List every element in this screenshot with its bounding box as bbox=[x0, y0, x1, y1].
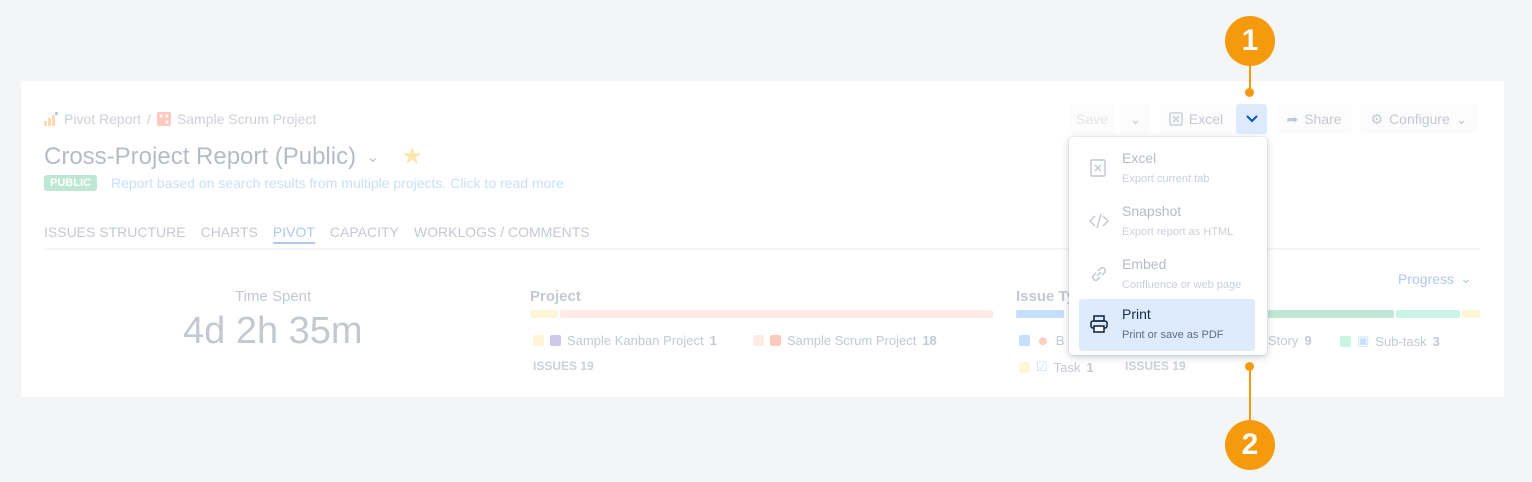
menu-item-snapshot[interactable]: Snapshot Export report as HTML bbox=[1079, 196, 1255, 248]
legend-swatch bbox=[1019, 361, 1030, 373]
chevron-down-icon bbox=[1245, 115, 1258, 123]
tab-pivot[interactable]: PIVOT bbox=[272, 224, 315, 244]
share-icon: ➦ bbox=[1286, 110, 1299, 127]
report-title[interactable]: Cross-Project Report (Public) bbox=[44, 143, 356, 171]
legend-swatch bbox=[533, 335, 544, 346]
tab-issues-structure[interactable]: ISSUES STRUCTURE bbox=[44, 224, 186, 244]
chevron-down-icon[interactable]: ⌄ bbox=[366, 147, 379, 167]
excel-button[interactable]: Excel bbox=[1160, 104, 1232, 134]
breadcrumb-separator: / bbox=[147, 111, 151, 127]
callout-1: 1 bbox=[1225, 16, 1275, 66]
callout-1-line bbox=[1249, 66, 1251, 90]
public-badge: PUBLIC bbox=[44, 175, 97, 191]
legend-item-subtask[interactable]: ▣ Sub-task 3 bbox=[1340, 333, 1440, 349]
excel-icon bbox=[1090, 159, 1106, 177]
issue-bar-task[interactable] bbox=[1462, 310, 1480, 318]
scrum-project-icon bbox=[156, 112, 171, 126]
menu-item-print[interactable]: Print Print or save as PDF bbox=[1079, 299, 1255, 351]
breadcrumb-root[interactable]: Pivot Report bbox=[64, 111, 141, 127]
legend-item-story[interactable]: Story 9 bbox=[1268, 333, 1312, 348]
report-subline: PUBLIC Report based on search results fr… bbox=[44, 175, 564, 191]
progress-dropdown[interactable]: Progress ⌄ bbox=[1398, 270, 1472, 287]
legend-swatch bbox=[1019, 335, 1030, 346]
save-button[interactable]: Save bbox=[1069, 104, 1115, 134]
issue-type-issues-total: ISSUES 19 bbox=[1125, 359, 1186, 373]
project-section-label: Project bbox=[530, 288, 581, 305]
pivot-report-icon bbox=[44, 112, 58, 126]
export-dropdown-toggle[interactable] bbox=[1236, 104, 1267, 134]
printer-icon bbox=[1090, 315, 1108, 333]
bug-icon: ☻ bbox=[1036, 333, 1050, 348]
kanban-project-icon bbox=[550, 335, 561, 346]
gear-icon: ⚙ bbox=[1370, 110, 1384, 127]
project-issues-total: ISSUES 19 bbox=[533, 359, 594, 373]
excel-icon bbox=[1169, 112, 1183, 126]
tab-capacity[interactable]: CAPACITY bbox=[330, 224, 399, 244]
star-icon[interactable]: ★ bbox=[402, 142, 424, 171]
callout-2-line bbox=[1249, 368, 1251, 420]
chevron-down-icon: ⌄ bbox=[1455, 110, 1468, 127]
issue-bar-subtask[interactable] bbox=[1396, 310, 1460, 318]
legend-item-bug[interactable]: ☻ B bbox=[1019, 333, 1064, 348]
chevron-down-icon: ⌄ bbox=[1129, 110, 1142, 127]
export-menu: Excel Export current tab Snapshot Export… bbox=[1069, 137, 1267, 355]
legend-item-scrum[interactable]: Sample Scrum Project 18 bbox=[753, 333, 937, 348]
breadcrumb-project[interactable]: Sample Scrum Project bbox=[177, 111, 316, 127]
report-description-link[interactable]: Report based on search results from mult… bbox=[111, 175, 564, 191]
save-options-button[interactable]: ⌄ bbox=[1120, 104, 1151, 134]
metric-label: Time Spent bbox=[235, 288, 312, 305]
legend-item-kanban[interactable]: Sample Kanban Project 1 bbox=[533, 333, 717, 348]
issue-bar-bug[interactable] bbox=[1016, 310, 1064, 318]
callout-1-dot bbox=[1245, 88, 1254, 97]
legend-swatch bbox=[753, 335, 764, 346]
menu-item-excel[interactable]: Excel Export current tab bbox=[1079, 143, 1255, 195]
scrum-project-icon bbox=[770, 335, 781, 346]
callout-2: 2 bbox=[1225, 420, 1275, 470]
project-bar-scrum[interactable] bbox=[560, 310, 993, 318]
share-button[interactable]: ➦ Share bbox=[1276, 104, 1352, 134]
tab-charts[interactable]: CHARTS bbox=[201, 224, 258, 244]
project-bar-kanban[interactable] bbox=[530, 310, 558, 318]
breadcrumb: Pivot Report / Sample Scrum Project bbox=[44, 111, 316, 127]
legend-swatch bbox=[1340, 335, 1351, 347]
subtask-icon: ▣ bbox=[1357, 333, 1370, 348]
report-title-row: Cross-Project Report (Public) ⌄ ★ bbox=[44, 142, 423, 171]
report-tabs: ISSUES STRUCTURE CHARTS PIVOT CAPACITY W… bbox=[44, 224, 590, 244]
metric-value: 4d 2h 35m bbox=[183, 310, 363, 352]
configure-button[interactable]: ⚙ Configure ⌄ bbox=[1360, 104, 1478, 134]
issue-type-section-label: Issue Ty bbox=[1016, 288, 1075, 305]
tab-worklogs-comments[interactable]: WORKLOGS / COMMENTS bbox=[414, 224, 590, 244]
legend-item-task[interactable]: ☑ Task 1 bbox=[1019, 359, 1094, 375]
task-checkbox-icon: ☑ bbox=[1036, 359, 1048, 374]
code-icon bbox=[1089, 213, 1109, 229]
link-icon bbox=[1092, 267, 1106, 281]
issue-bar-story[interactable] bbox=[1268, 310, 1394, 318]
chevron-down-icon: ⌄ bbox=[1460, 270, 1472, 286]
menu-item-embed[interactable]: Embed Confluence or web page bbox=[1079, 249, 1255, 301]
